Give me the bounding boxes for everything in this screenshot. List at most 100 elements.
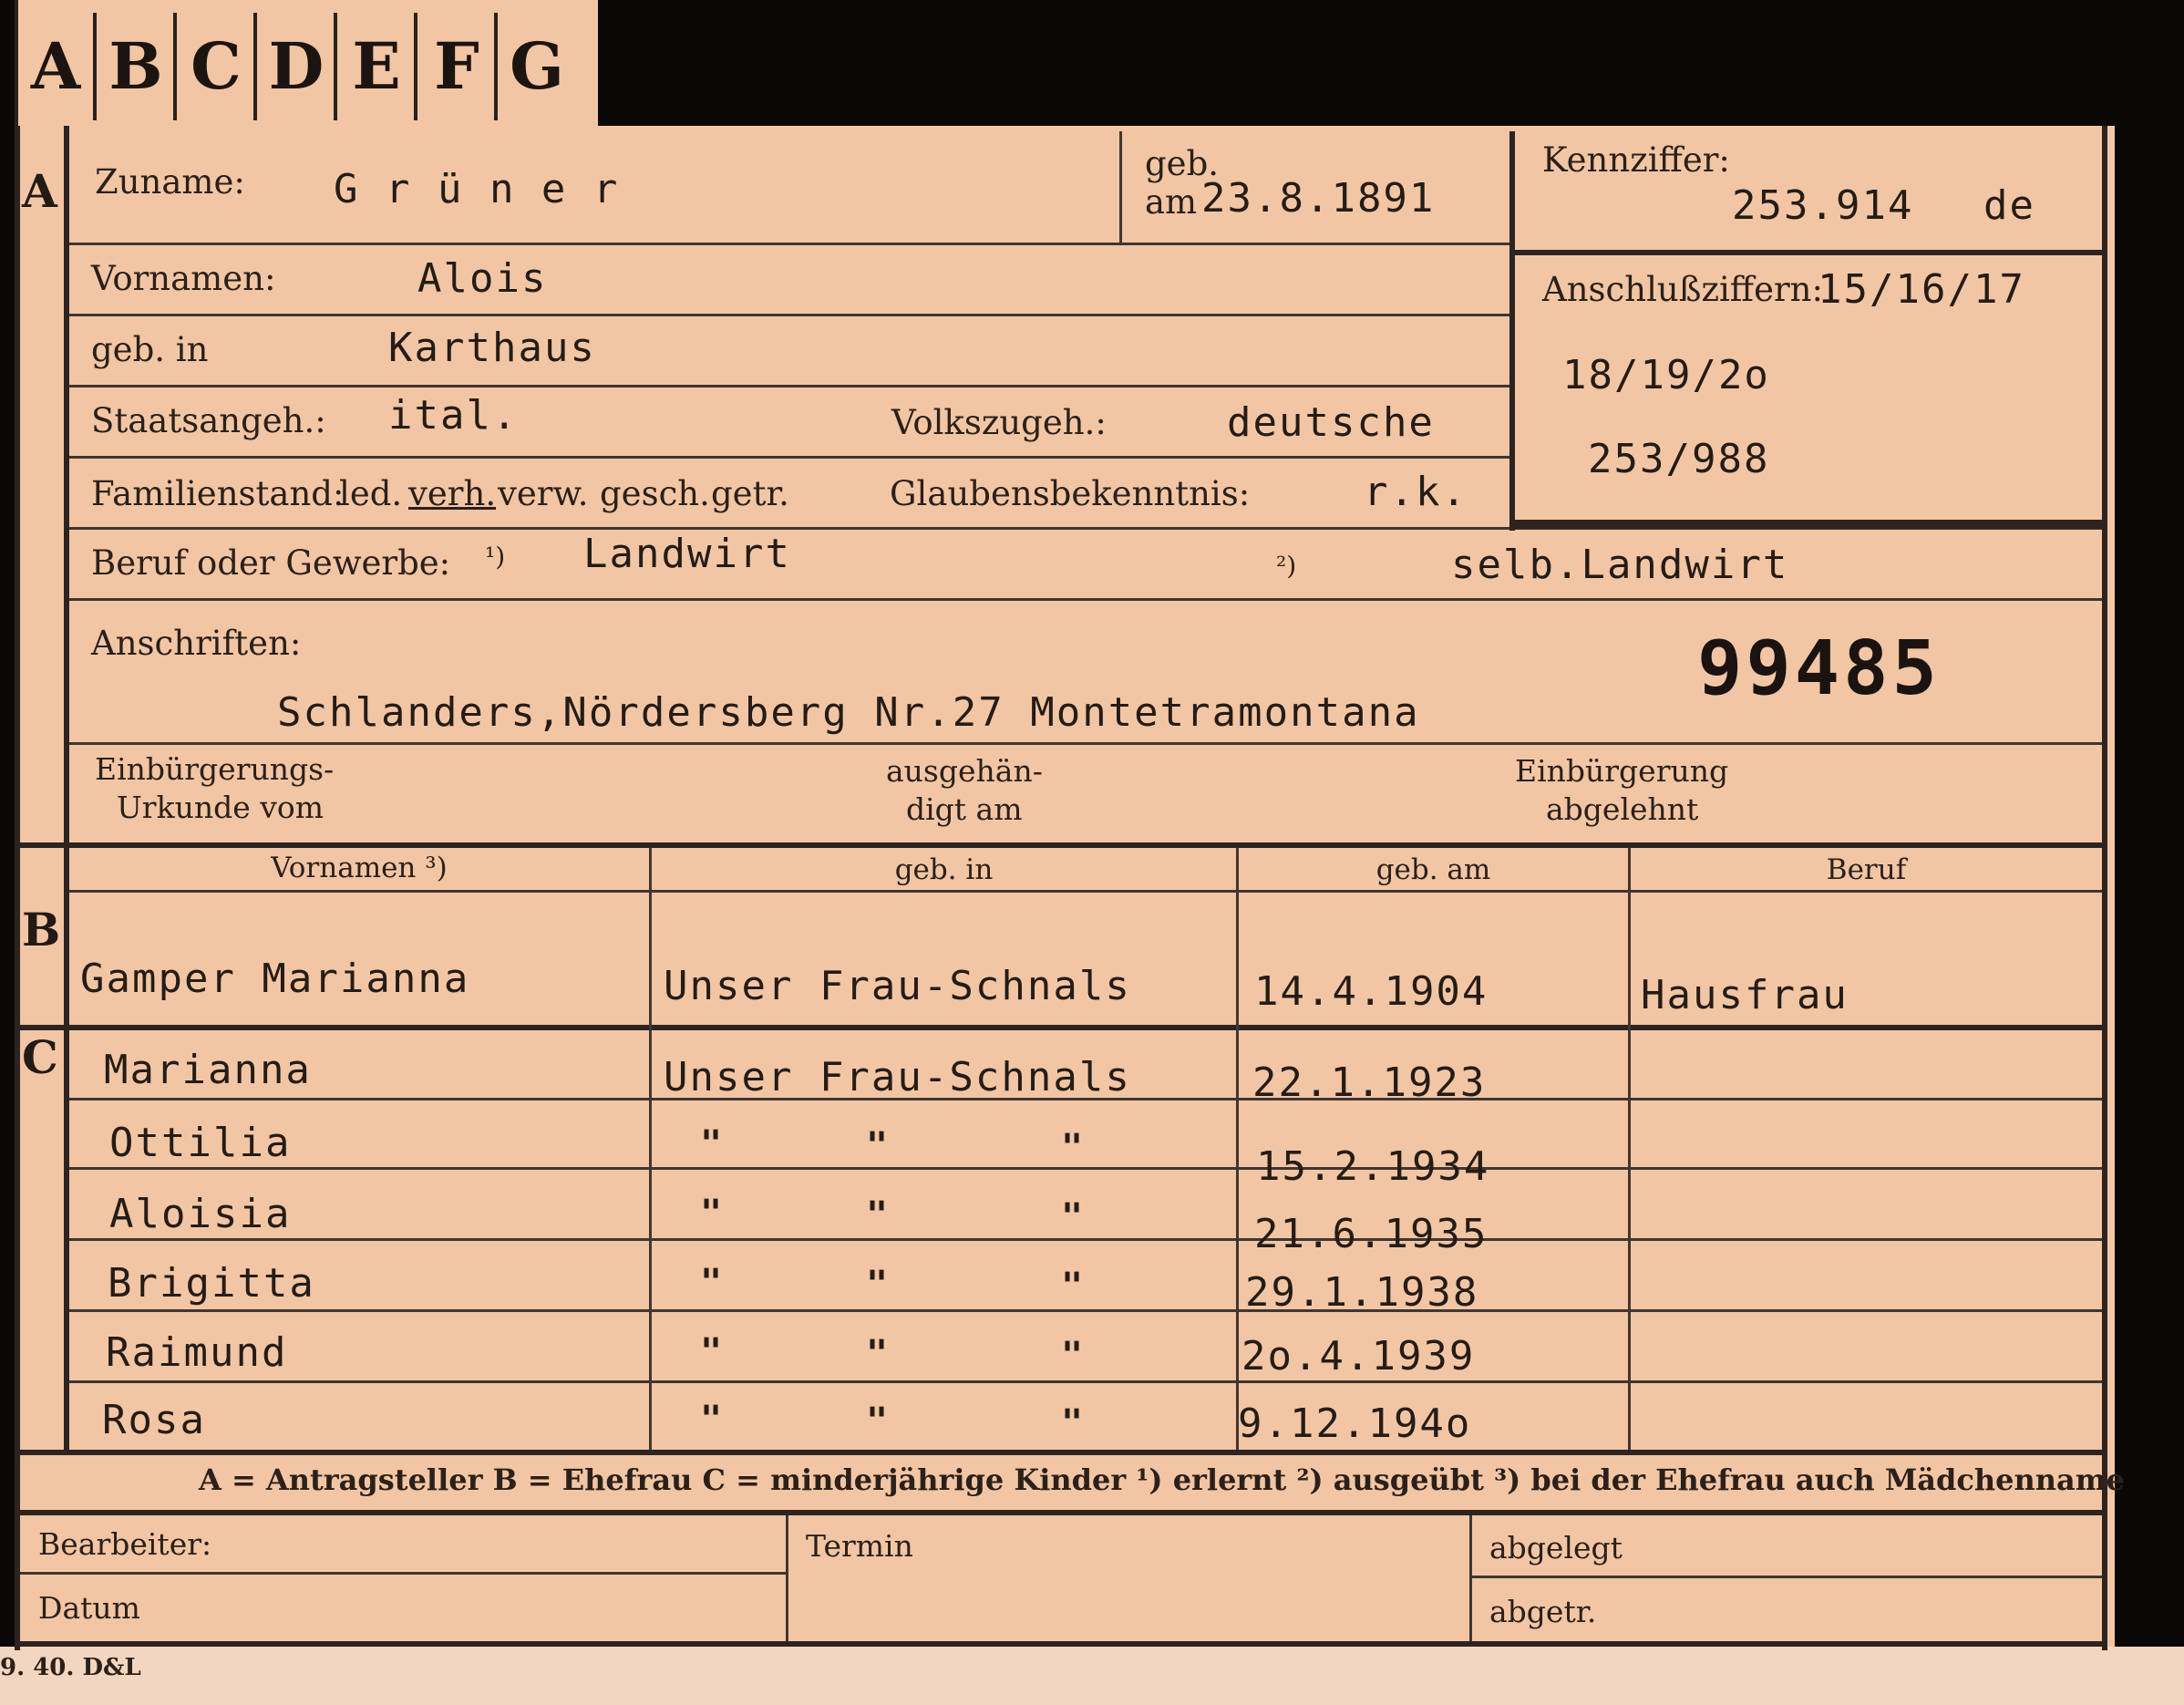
rule-born-divider: [1119, 131, 1122, 243]
child-1-birthplace: Unser Frau-Schnals: [664, 1054, 1131, 1100]
rule-child-5: [69, 1380, 2102, 1383]
rule-row-2: [69, 314, 1509, 316]
rule-footer-col-2: [786, 1515, 788, 1641]
linked-number-3: 253/988: [1588, 436, 1770, 482]
occupation-note-practised: ²): [1276, 551, 1297, 581]
child-5-ditto-3: ": [1061, 1335, 1084, 1377]
tab-d[interactable]: D: [259, 13, 337, 120]
clerk-label: Bearbeiter:: [38, 1526, 212, 1562]
refused-label-2: abgelehnt: [1546, 791, 1699, 827]
rule-section-b-end: [15, 1025, 2107, 1030]
child-2-name: Ottilia: [109, 1120, 292, 1166]
born-date-value: 23.8.1891: [1201, 175, 1436, 222]
spouse-name: Gamper Marianna: [80, 956, 470, 1002]
marital-option-married: verh.: [408, 474, 497, 513]
rule-footer-right: [1471, 1576, 2102, 1578]
child-2-birthdate: 15.2.1934: [1256, 1143, 1490, 1190]
citizenship-label: Staatsangeh.:: [91, 401, 326, 440]
occupation-practised-value: selb.Landwirt: [1451, 542, 1789, 588]
deadline-label: Termin: [806, 1528, 913, 1564]
rule-table-header: [69, 890, 2102, 893]
rule-legend-end: [15, 1510, 2107, 1515]
child-6-ditto-1: ": [700, 1399, 723, 1441]
rule-row-4: [69, 456, 1509, 459]
section-column-divider: [64, 126, 69, 1450]
rule-table-end: [15, 1450, 2107, 1455]
child-3-name: Aloisia: [109, 1191, 292, 1237]
occupation-label: Beruf oder Gewerbe:: [91, 543, 451, 583]
child-6-birthdate: 9.12.194o: [1238, 1400, 1472, 1447]
child-2-ditto-1: ": [700, 1123, 723, 1165]
ref-box-divider: [1509, 250, 2102, 255]
tab-f[interactable]: F: [419, 13, 498, 120]
child-4-name: Brigitta: [108, 1260, 315, 1307]
form-legend: A = Antragsteller B = Ehefrau C = minder…: [199, 1462, 2125, 1497]
tab-e[interactable]: E: [339, 13, 417, 120]
date-label: Datum: [38, 1590, 140, 1626]
spouse-birthdate: 14.4.1904: [1254, 968, 1489, 1015]
printer-imprint: 9. 40. D&L: [0, 1654, 141, 1681]
surname-value: G r ü n e r: [334, 166, 620, 212]
child-4-ditto-2: ": [866, 1264, 889, 1306]
born-label-2: am: [1145, 182, 1198, 222]
col-header-occupation: Beruf: [1826, 853, 1907, 886]
child-5-ditto-1: ": [700, 1331, 723, 1373]
handed-label-2: digt am: [906, 791, 1023, 827]
citizenship-value: ital.: [388, 392, 519, 439]
frame-right: [2102, 126, 2107, 1650]
linked-number-2: 18/19/2o: [1562, 352, 1770, 398]
spouse-occupation: Hausfrau: [1641, 972, 1849, 1018]
occupation-learned-value: Landwirt: [583, 531, 791, 577]
ethnicity-value: deutsche: [1227, 399, 1435, 446]
religion-label: Glaubensbekenntnis:: [890, 474, 1251, 513]
ethnicity-label: Volkszugeh.:: [891, 403, 1107, 442]
col-header-birthdate: geb. am: [1375, 853, 1491, 886]
spouse-birthplace: Unser Frau-Schnals: [664, 963, 1131, 1009]
frame-bottom: [15, 1641, 2107, 1647]
child-3-birthdate: 21.6.1935: [1254, 1211, 1489, 1257]
child-4-ditto-1: ": [700, 1262, 723, 1304]
surname-label: Zuname:: [95, 162, 245, 202]
occupation-note-learned: ¹): [485, 542, 506, 572]
ref-box-left: [1509, 131, 1515, 531]
ref-suffix: de: [1983, 182, 2035, 229]
child-2-ditto-3: ": [1061, 1127, 1084, 1169]
ref-box-bottom: [1509, 520, 2102, 529]
marital-label: Familienstand:: [91, 474, 345, 513]
rule-section-a-end: [15, 842, 2107, 848]
refused-label-1: Einbürgerung: [1515, 753, 1729, 789]
child-4-ditto-3: ": [1061, 1266, 1084, 1307]
stamp-number: 99485: [1697, 625, 1941, 712]
tab-b[interactable]: B: [98, 13, 177, 120]
child-3-ditto-1: ": [700, 1193, 723, 1235]
ref-number: 253.914: [1732, 182, 1914, 229]
rule-row-7: [69, 742, 2102, 745]
rule-col-3: [1236, 848, 1239, 1450]
card-bottom-strip: [0, 1647, 2184, 1705]
marital-option-single: led.: [339, 474, 403, 513]
birthplace-label: geb. in: [91, 330, 209, 369]
tab-a[interactable]: A: [18, 13, 97, 120]
naturalization-label-2: Urkunde vom: [117, 790, 325, 825]
tab-g[interactable]: G: [500, 13, 574, 120]
filed-label: abgelegt: [1489, 1530, 1623, 1566]
child-5-birthdate: 2o.4.1939: [1241, 1333, 1476, 1380]
child-4-birthdate: 29.1.1938: [1245, 1269, 1479, 1316]
firstname-value: Alois: [417, 255, 548, 302]
marital-option-widowed: verw.: [498, 474, 589, 513]
section-c-mark: C: [22, 1030, 58, 1084]
marital-option-separated: getr.: [711, 474, 789, 513]
naturalization-label-1: Einbürgerungs-: [95, 751, 335, 787]
firstname-label: Vornamen:: [91, 259, 276, 298]
col-header-birthplace: geb. in: [894, 853, 994, 886]
section-a-mark: A: [22, 164, 57, 218]
rule-row-3: [69, 385, 1509, 388]
handed-label-1: ausgehän-: [886, 753, 1043, 789]
child-3-ditto-3: ": [1061, 1196, 1084, 1238]
birthplace-value: Karthaus: [388, 325, 596, 371]
linked-label: Anschlußziffern:: [1542, 270, 1823, 309]
religion-value: r.k.: [1364, 469, 1468, 515]
tab-c[interactable]: C: [179, 13, 257, 120]
child-5-ditto-2: ": [866, 1333, 889, 1375]
linked-number-1: 15/16/17: [1818, 266, 2025, 313]
